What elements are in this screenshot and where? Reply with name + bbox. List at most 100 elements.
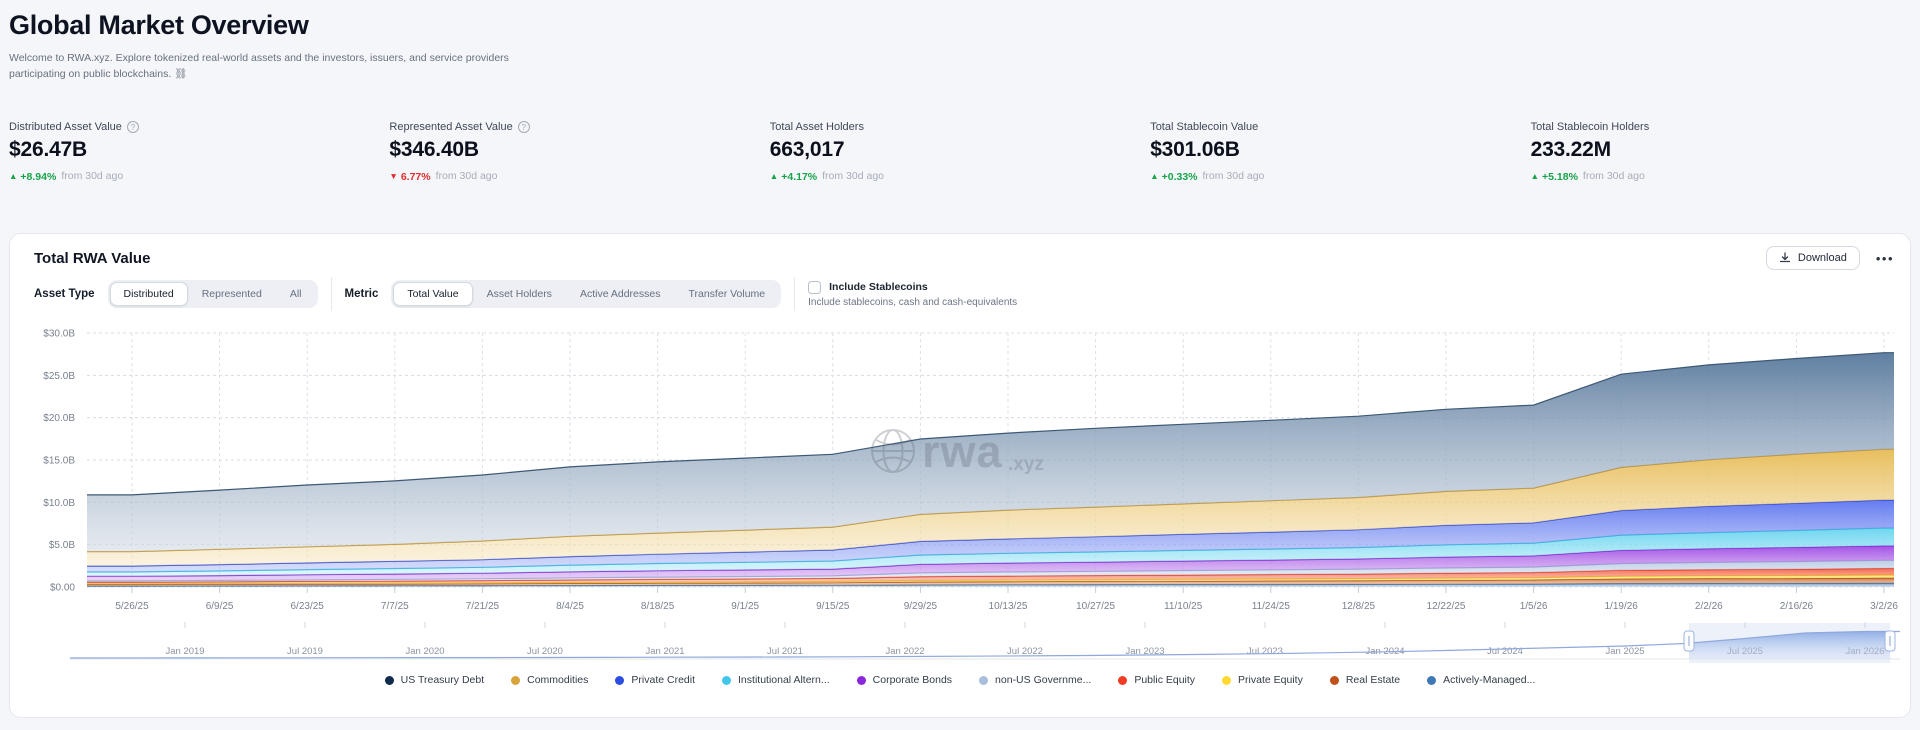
x-tick-label: 5/26/25	[115, 601, 149, 612]
delta-suffix: from 30d ago	[61, 170, 123, 182]
delta-up-icon: ▲	[9, 171, 17, 183]
x-tick-label: 12/8/25	[1342, 601, 1376, 612]
stats-row: Distributed Asset Value ? $26.47B ▲+8.94…	[9, 121, 1911, 183]
year-label: Jul 2023	[1247, 646, 1283, 657]
legend-item[interactable]: Real Estate	[1330, 674, 1400, 686]
year-label: Jul 2024	[1487, 646, 1523, 657]
legend-label: Private Equity	[1238, 674, 1303, 686]
delta-down-icon: ▼	[389, 171, 397, 183]
include-stablecoins-label: Include Stablecoins	[829, 281, 928, 293]
legend-dot	[615, 676, 624, 685]
delta-suffix: from 30d ago	[822, 170, 884, 182]
legend-label: Actively-Managed...	[1443, 674, 1535, 686]
include-stablecoins-sublabel: Include stablecoins, cash and cash-equiv…	[808, 297, 1017, 308]
legend-dot	[1427, 676, 1436, 685]
legend-dot	[511, 676, 520, 685]
metric-option[interactable]: Active Addresses	[566, 282, 675, 306]
timeline-brush[interactable]: Jan 2019Jul 2019Jan 2020Jul 2020Jan 2021…	[10, 622, 1914, 666]
divider	[794, 277, 795, 311]
y-tick-label: $20.0B	[43, 413, 75, 424]
card-header-actions: Download •••	[1766, 246, 1894, 270]
legend-label: US Treasury Debt	[401, 674, 484, 686]
stat-value: $346.40B	[389, 138, 769, 162]
legend-item[interactable]: Commodities	[511, 674, 588, 686]
stat-card-total-stablecoin-value: Total Stablecoin Value $301.06B ▲ +0.33% …	[1150, 121, 1530, 183]
metric-option[interactable]: Asset Holders	[473, 282, 566, 306]
stat-card-total-asset-holders: Total Asset Holders 663,017 ▲+4.17% from…	[770, 121, 1150, 183]
legend-item[interactable]: Private Credit	[615, 674, 695, 686]
legend-item[interactable]: Actively-Managed...	[1427, 674, 1535, 686]
year-label: Jul 2020	[527, 646, 563, 657]
y-tick-label: $5.0B	[49, 540, 75, 551]
delta-suffix: from 30d ago	[1203, 170, 1265, 182]
asset-type-option[interactable]: All	[276, 282, 316, 306]
legend-item[interactable]: Public Equity	[1118, 674, 1195, 686]
delta-up-icon: ▲	[1150, 171, 1158, 183]
delta-suffix: from 30d ago	[1583, 170, 1645, 182]
year-label: Jan 2020	[405, 646, 444, 657]
asset-type-option[interactable]: Distributed	[110, 282, 188, 306]
x-tick-label: 12/22/25	[1427, 601, 1466, 612]
x-tick-label: 11/24/25	[1252, 601, 1291, 612]
stat-value: $301.06B	[1150, 138, 1530, 162]
total-rwa-value-chart[interactable]: $30.0B$25.0B$20.0B$15.0B$10.0B$5.0B$0.00…	[10, 320, 1914, 618]
watermark-text: rwa	[922, 426, 1003, 477]
legend-label: Corporate Bonds	[873, 674, 952, 686]
legend-label: Private Credit	[631, 674, 695, 686]
x-tick-label: 10/13/25	[989, 601, 1028, 612]
chart-controls: Asset Type DistributedRepresentedAll Met…	[34, 277, 1017, 311]
download-button[interactable]: Download	[1766, 246, 1860, 270]
legend-dot	[1118, 676, 1127, 685]
stat-label: Total Stablecoin Holders	[1531, 121, 1911, 133]
asset-type-label: Asset Type	[34, 288, 95, 300]
x-tick-label: 7/21/25	[466, 601, 500, 612]
year-label: Jan 2025	[1605, 646, 1644, 657]
year-label: Jan 2019	[165, 646, 204, 657]
x-tick-label: 11/10/25	[1164, 601, 1203, 612]
x-tick-label: 3/2/26	[1870, 601, 1898, 612]
legend-dot	[857, 676, 866, 685]
legend-item[interactable]: US Treasury Debt	[385, 674, 484, 686]
stat-card-distributed-asset-value: Distributed Asset Value ? $26.47B ▲+8.94…	[9, 121, 389, 183]
stat-label: Total Stablecoin Value	[1150, 121, 1530, 133]
year-label: Jan 2021	[645, 646, 684, 657]
x-tick-label: 10/27/25	[1076, 601, 1115, 612]
x-tick-label: 9/15/25	[816, 601, 850, 612]
stat-delta: ▼6.77% from 30d ago	[389, 170, 769, 183]
card-header: Total RWA Value Download •••	[34, 246, 1894, 270]
include-stablecoins-checkbox[interactable]	[808, 281, 821, 294]
x-tick-label: 6/23/25	[291, 601, 325, 612]
x-tick-label: 2/16/26	[1780, 601, 1814, 612]
x-tick-label: 8/18/25	[641, 601, 675, 612]
legend-dot	[1330, 676, 1339, 685]
y-tick-label: $0.00	[50, 583, 75, 594]
stat-delta: ▲+5.18% from 30d ago	[1531, 170, 1911, 183]
stat-delta: ▲ +0.33% from 30d ago	[1150, 170, 1530, 183]
include-stablecoins-block: Include Stablecoins Include stablecoins,…	[808, 281, 1017, 308]
page-title: Global Market Overview	[9, 10, 557, 41]
asset-type-option[interactable]: Represented	[188, 282, 276, 306]
legend-item[interactable]: Institutional Altern...	[722, 674, 830, 686]
legend-label: Commodities	[527, 674, 588, 686]
metric-segmented-control: Total ValueAsset HoldersActive Addresses…	[391, 280, 781, 308]
legend-dot	[385, 676, 394, 685]
stat-label: Total Asset Holders	[770, 121, 1150, 133]
delta-percent: +0.33%	[1162, 171, 1198, 183]
metric-option[interactable]: Transfer Volume	[674, 282, 779, 306]
total-rwa-value-card: Total RWA Value Download ••• Asset Type …	[9, 233, 1911, 718]
delta-percent: +5.18%	[1542, 171, 1578, 183]
more-options-icon[interactable]: •••	[1876, 251, 1894, 266]
help-icon[interactable]: ?	[518, 121, 530, 133]
help-icon[interactable]: ?	[127, 121, 139, 133]
include-stablecoins-row: Include Stablecoins	[808, 281, 1017, 294]
x-tick-label: 7/7/25	[381, 601, 409, 612]
metric-option[interactable]: Total Value	[393, 282, 472, 306]
stat-label-text: Total Asset Holders	[770, 121, 864, 133]
stat-label-text: Total Stablecoin Holders	[1531, 121, 1650, 133]
stat-label: Distributed Asset Value ?	[9, 121, 389, 133]
watermark-suffix: .xyz	[1008, 454, 1044, 475]
download-icon	[1779, 252, 1791, 264]
legend-item[interactable]: Private Equity	[1222, 674, 1303, 686]
legend-item[interactable]: Corporate Bonds	[857, 674, 952, 686]
legend-item[interactable]: non-US Governme...	[979, 674, 1091, 686]
